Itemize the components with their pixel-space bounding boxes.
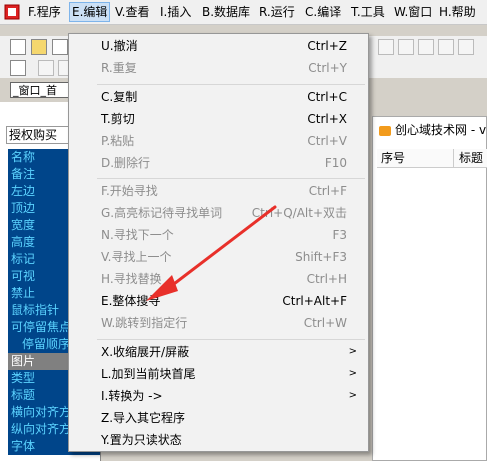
grid-header: 序号 标题 <box>377 149 487 168</box>
menu-program[interactable]: F.程序 <box>26 3 63 21</box>
submenu-arrow-icon: > <box>348 368 357 379</box>
menu-item-highlight-word[interactable]: G.高亮标记待寻找单词 Ctrl+Q/Alt+双击 <box>69 202 368 224</box>
document-tab[interactable]: _窗口_首 <box>10 82 72 98</box>
child-window-titlebar[interactable]: 创心域技术网 - v <box>373 117 486 143</box>
menu-database[interactable]: B.数据库 <box>200 3 252 21</box>
menu-item-copy[interactable]: C.复制 Ctrl+C <box>69 86 368 108</box>
menu-insert[interactable]: I.插入 <box>158 3 193 21</box>
menu-item-paste[interactable]: P.粘贴 Ctrl+V <box>69 130 368 152</box>
menu-item-find-next[interactable]: N.寻找下一个 F3 <box>69 224 368 246</box>
menu-item-import-program[interactable]: Z.导入其它程序 <box>69 407 368 429</box>
menu-item-find[interactable]: F.开始寻找 Ctrl+F <box>69 180 368 202</box>
menu-edit[interactable]: E.编辑 <box>69 2 111 22</box>
toolbar-icon-d[interactable] <box>438 39 454 55</box>
menu-separator <box>97 178 365 179</box>
menu-separator <box>97 84 365 85</box>
menu-item-set-readonly[interactable]: Y.置为只读状态 <box>69 429 368 451</box>
app-icon <box>4 4 20 20</box>
submenu-arrow-icon: > <box>348 346 357 357</box>
menu-item-global-search[interactable]: E.整体搜寻 Ctrl+Alt+F <box>69 290 368 312</box>
menu-item-delete-line[interactable]: D.删除行 F10 <box>69 152 368 174</box>
menu-separator <box>97 339 365 340</box>
grid-icon[interactable] <box>10 60 26 76</box>
menu-window[interactable]: W.窗口 <box>392 3 434 21</box>
menu-item-collapse-expand[interactable]: X.收缩展开/屏蔽 > <box>69 341 368 363</box>
menu-item-goto-line[interactable]: W.跳转到指定行 Ctrl+W <box>69 312 368 334</box>
menu-item-find-previous[interactable]: V.寻找上一个 Shift+F3 <box>69 246 368 268</box>
menu-item-redo[interactable]: R.重复 Ctrl+Y <box>69 57 368 79</box>
menu-run[interactable]: R.运行 <box>257 3 297 21</box>
toolbar-icon-c[interactable] <box>418 39 434 55</box>
submenu-arrow-icon: > <box>348 390 357 401</box>
save-icon[interactable] <box>52 39 68 55</box>
new-file-icon[interactable] <box>10 39 26 55</box>
menu-compile[interactable]: C.编译 <box>303 3 343 21</box>
menu-item-find-replace[interactable]: H.寻找替换 Ctrl+H <box>69 268 368 290</box>
toolbar-icon-b[interactable] <box>398 39 414 55</box>
grid-column-header[interactable]: 序号 <box>377 149 454 167</box>
toolbar-icon-a[interactable] <box>378 39 394 55</box>
window-icon <box>379 125 391 136</box>
menu-item-convert-to[interactable]: I.转换为 -> > <box>69 385 368 407</box>
grid-column-header[interactable]: 标题 <box>455 149 487 167</box>
menu-item-undo[interactable]: U.撤消 Ctrl+Z <box>69 35 368 57</box>
menu-item-cut[interactable]: T.剪切 Ctrl+X <box>69 108 368 130</box>
menu-item-add-block-ends[interactable]: L.加到当前块首尾 > <box>69 363 368 385</box>
align-icon[interactable] <box>38 60 54 76</box>
child-window-title: 创心域技术网 - v <box>395 123 486 137</box>
menu-bar: F.程序 E.编辑 V.查看 I.插入 B.数据库 R.运行 C.编译 T.工具… <box>0 0 487 25</box>
toolbar-icon-e[interactable] <box>458 39 474 55</box>
child-window[interactable]: 创心域技术网 - v 序号 标题 <box>372 116 487 461</box>
open-folder-icon[interactable] <box>31 39 47 55</box>
menu-view[interactable]: V.查看 <box>113 3 151 21</box>
menu-help[interactable]: H.帮助 <box>437 3 478 21</box>
menu-tools[interactable]: T.工具 <box>349 3 387 21</box>
edit-menu-dropdown: U.撤消 Ctrl+Z R.重复 Ctrl+Y C.复制 Ctrl+C T.剪切 Ctr… <box>68 33 369 452</box>
